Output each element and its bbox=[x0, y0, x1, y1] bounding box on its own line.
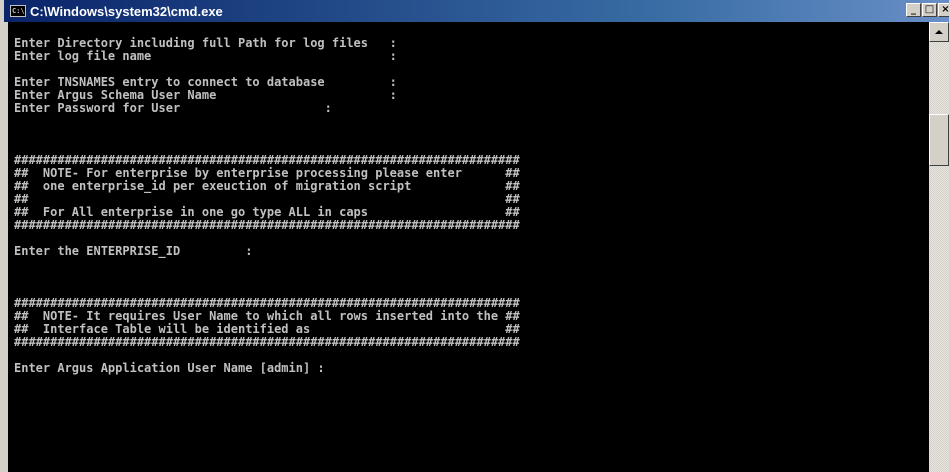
console-line: Enter TNSNAMES entry to connect to datab… bbox=[14, 75, 397, 89]
console-line: ## Interface Table will be identified as… bbox=[14, 322, 520, 336]
cmd-window: C:\ C:\Windows\system32\cmd.exe _ □ × En… bbox=[0, 0, 949, 472]
console-line: ## NOTE- For enterprise by enterprise pr… bbox=[14, 166, 520, 180]
close-button[interactable]: × bbox=[938, 3, 949, 17]
console-line: ## NOTE- It requires User Name to which … bbox=[14, 309, 520, 323]
console-line: Enter log file name : bbox=[14, 49, 397, 63]
console-line: ########################################… bbox=[14, 218, 520, 232]
console-line: ########################################… bbox=[14, 335, 520, 349]
console-output[interactable]: Enter Directory including full Path for … bbox=[8, 22, 933, 472]
console-line: ########################################… bbox=[14, 296, 520, 310]
window-controls: _ □ × bbox=[905, 3, 949, 17]
arrow-up-icon bbox=[935, 30, 943, 34]
console-line: ## ## bbox=[14, 192, 520, 206]
console-line: ########################################… bbox=[14, 153, 520, 167]
console-text: Enter Directory including full Path for … bbox=[8, 22, 933, 375]
console-line: Enter Argus Application User Name [admin… bbox=[14, 361, 325, 375]
console-line: Enter the ENTERPRISE_ID : bbox=[14, 244, 253, 258]
console-line: ## one enterprise_id per exeuction of mi… bbox=[14, 179, 520, 193]
console-line: Enter Directory including full Path for … bbox=[14, 36, 397, 50]
console-line: ## For All enterprise in one go type ALL… bbox=[14, 205, 520, 219]
title-bar[interactable]: C:\ C:\Windows\system32\cmd.exe _ □ × bbox=[4, 0, 949, 22]
scroll-up-button[interactable] bbox=[929, 22, 949, 42]
window-title: C:\Windows\system32\cmd.exe bbox=[30, 3, 223, 19]
cmd-icon[interactable]: C:\ bbox=[10, 5, 26, 17]
scroll-thumb[interactable] bbox=[929, 114, 949, 166]
minimize-button[interactable]: _ bbox=[906, 3, 921, 17]
console-line: Enter Password for User : bbox=[14, 101, 332, 115]
vertical-scrollbar[interactable] bbox=[929, 22, 949, 472]
console-line: Enter Argus Schema User Name : bbox=[14, 88, 397, 102]
maximize-button[interactable]: □ bbox=[922, 3, 937, 17]
